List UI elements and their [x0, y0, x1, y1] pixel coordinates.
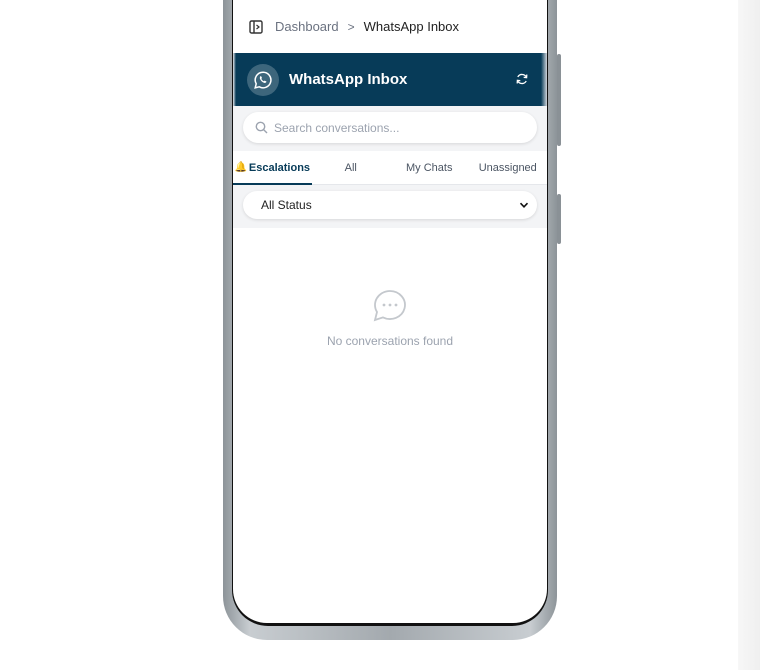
bell-icon: 🔔 — [234, 162, 247, 173]
chevron-down-icon — [519, 202, 529, 208]
status-filter-select[interactable]: All Status — [243, 191, 537, 219]
phone-bezel: Dashboard > WhatsApp Inbox WhatsApp Inbo… — [232, 0, 548, 626]
inbox-header: WhatsApp Inbox — [233, 53, 547, 106]
empty-state-message: No conversations found — [326, 334, 454, 348]
whatsapp-icon — [247, 63, 279, 96]
tab-label: Unassigned — [478, 161, 537, 174]
tab-all[interactable]: All — [312, 151, 391, 184]
refresh-icon[interactable] — [515, 72, 529, 86]
status-filter-value: All Status — [261, 198, 312, 212]
phone-side-button — [557, 54, 561, 146]
chat-bubble-icon — [373, 290, 406, 322]
empty-state: No conversations found — [233, 288, 547, 348]
conversation-tabs: 🔔 Escalations All My Chats Unassigned — [233, 151, 547, 185]
page-title: WhatsApp Inbox — [289, 71, 408, 88]
status-filter-container: All Status — [233, 185, 547, 228]
phone-frame: Dashboard > WhatsApp Inbox WhatsApp Inbo… — [223, 0, 561, 640]
tab-label: All — [344, 161, 357, 174]
breadcrumb-dashboard-link[interactable]: Dashboard — [275, 19, 339, 34]
tab-my-chats[interactable]: My Chats — [390, 151, 469, 184]
tab-label: My Chats — [406, 161, 453, 174]
phone-side-button — [557, 194, 561, 244]
sidebar-toggle-icon[interactable] — [249, 19, 263, 34]
phone-screen: Dashboard > WhatsApp Inbox WhatsApp Inbo… — [233, 0, 547, 623]
search-input[interactable] — [274, 120, 514, 135]
page-edge — [738, 0, 760, 670]
tab-label: Escalations — [248, 161, 311, 174]
breadcrumb-current: WhatsApp Inbox — [363, 19, 460, 34]
chevron-right-icon: > — [347, 19, 355, 34]
search-bar-container — [233, 106, 547, 151]
tab-escalations[interactable]: 🔔 Escalations — [233, 151, 312, 185]
search-icon — [255, 121, 268, 134]
breadcrumb: Dashboard > WhatsApp Inbox — [233, 0, 547, 53]
search-box[interactable] — [243, 112, 537, 143]
tab-unassigned[interactable]: Unassigned — [469, 151, 548, 184]
